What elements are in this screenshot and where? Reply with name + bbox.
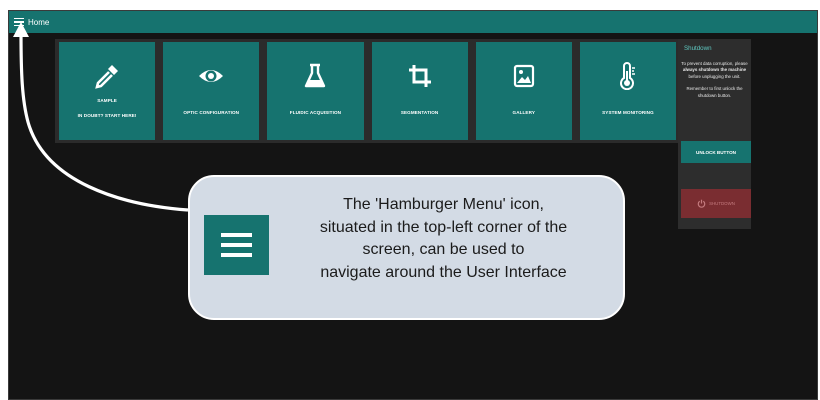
- callout-line: navigate around the User Interface: [320, 263, 567, 281]
- tooltip-callout: The 'Hamburger Menu' icon, situated in t…: [188, 175, 625, 320]
- callout-text: The 'Hamburger Menu' icon, situated in t…: [276, 194, 611, 284]
- callout-line: situated in the top-left corner of the: [319, 218, 568, 236]
- hamburger-menu-icon: [204, 215, 269, 275]
- callout-line: The 'Hamburger Menu' icon,: [343, 196, 544, 213]
- callout-line: screen, can be used to: [362, 241, 525, 258]
